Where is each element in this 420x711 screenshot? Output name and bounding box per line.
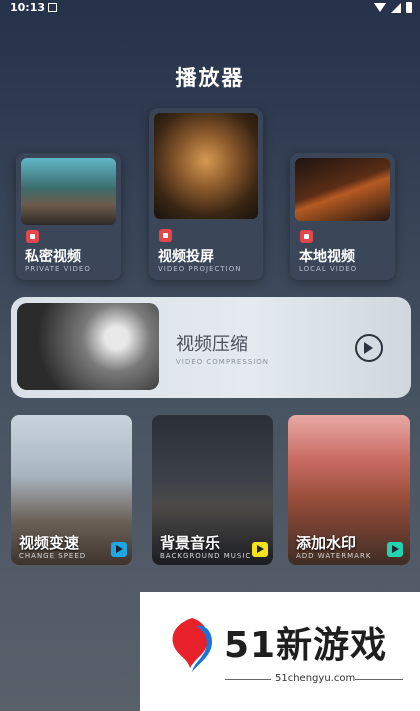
private-video-thumbnail — [21, 158, 116, 225]
video-projection-thumbnail — [154, 113, 258, 219]
play-arrow-icon — [111, 542, 127, 557]
video-projection-label: 视频投屏 — [158, 249, 214, 265]
add-watermark-sub: ADD WATERMARK — [296, 552, 372, 560]
video-projection-sub: VIDEO PROJECTION — [158, 265, 242, 273]
add-watermark-card[interactable]: 添加水印 ADD WATERMARK — [288, 415, 410, 565]
background-music-sub: BACKGROUND MUSIC — [160, 552, 252, 560]
video-compression-sub: VIDEO COMPRESSION — [176, 358, 270, 366]
local-video-label: 本地视频 — [299, 249, 355, 265]
brand-logo-icon — [172, 618, 212, 672]
background-music-card[interactable]: 背景音乐 BACKGROUND MUSIC — [152, 415, 273, 565]
change-speed-card[interactable]: 视频变速 CHANGE SPEED — [11, 415, 132, 565]
screen-cast-icon — [159, 229, 172, 242]
add-watermark-label: 添加水印 — [296, 534, 357, 552]
status-time: 10:13 — [10, 1, 46, 14]
chevron-right-icon[interactable] — [355, 334, 383, 362]
change-speed-sub: CHANGE SPEED — [19, 552, 87, 560]
local-video-sub: LOCAL VIDEO — [299, 265, 358, 273]
lock-icon — [26, 230, 39, 243]
status-icons — [374, 2, 412, 13]
image-notification-icon — [48, 3, 57, 12]
divider — [355, 679, 403, 680]
video-projection-card[interactable]: 视频投屏 VIDEO PROJECTION — [149, 108, 263, 280]
private-video-label: 私密视频 — [25, 249, 81, 265]
video-compression-label: 视频压缩 — [176, 334, 248, 355]
private-video-card[interactable]: 私密视频 PRIVATE VIDEO — [16, 153, 121, 280]
change-speed-label: 视频变速 — [19, 534, 80, 552]
watermark-overlay: 51新游戏 51chengyu.com — [140, 592, 420, 711]
play-arrow-icon — [387, 542, 403, 557]
local-video-thumbnail — [295, 158, 390, 221]
wifi-icon — [374, 3, 386, 12]
local-video-card[interactable]: 本地视频 LOCAL VIDEO — [290, 153, 395, 280]
watermark-title: 51新游戏 — [224, 625, 388, 666]
watermark-url: 51chengyu.com — [275, 673, 356, 684]
video-compression-thumbnail — [17, 303, 159, 390]
background-music-label: 背景音乐 — [160, 534, 221, 552]
private-video-sub: PRIVATE VIDEO — [25, 265, 91, 273]
signal-icon — [391, 2, 401, 13]
battery-icon — [406, 2, 412, 13]
folder-icon — [300, 230, 313, 243]
divider — [225, 679, 271, 680]
page-title: 播放器 — [175, 66, 245, 90]
status-bar: 10:13 — [0, 0, 420, 16]
play-arrow-icon — [252, 542, 268, 557]
